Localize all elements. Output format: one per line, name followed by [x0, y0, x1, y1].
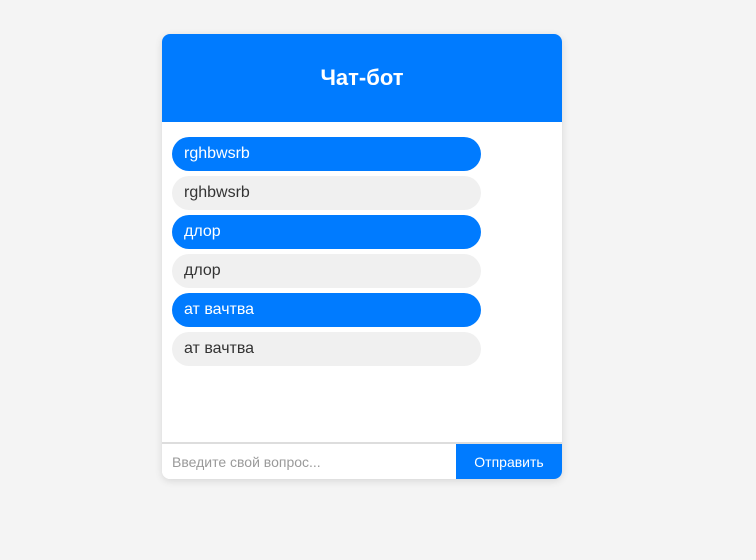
send-button[interactable]: Отправить: [456, 444, 562, 479]
question-input[interactable]: [162, 444, 456, 479]
input-bar: Отправить: [162, 442, 562, 479]
user-message: длор: [172, 215, 481, 249]
user-message: rghbwsrb: [172, 137, 481, 171]
bot-message: ат вачтва: [172, 332, 481, 366]
chat-window: Чат-бот rghbwsrb rghbwsrb длор длор ат в…: [162, 34, 562, 479]
chat-header: Чат-бот: [162, 34, 562, 122]
bot-message: длор: [172, 254, 481, 288]
bot-message: rghbwsrb: [172, 176, 481, 210]
message-list[interactable]: rghbwsrb rghbwsrb длор длор ат вачтва ат…: [162, 122, 562, 442]
user-message: ат вачтва: [172, 293, 481, 327]
chat-title: Чат-бот: [320, 65, 404, 90]
